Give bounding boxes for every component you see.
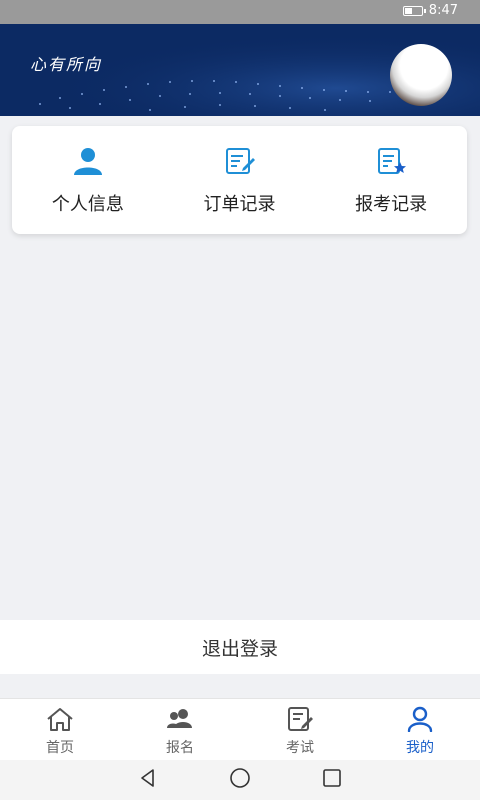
home-circle-icon[interactable] <box>229 767 251 793</box>
bottom-tab-bar: 首页 报名 考试 我的 <box>0 698 480 761</box>
menu-personal-info[interactable]: 个人信息 <box>12 126 164 234</box>
tab-register-label: 报名 <box>166 740 194 756</box>
person-icon <box>71 144 105 178</box>
status-time: 8:47 <box>428 3 458 18</box>
edit-document-icon <box>223 144 257 178</box>
menu-order-records-label: 订单记录 <box>203 194 276 215</box>
app-title: 心有所向 <box>30 55 103 74</box>
recents-icon[interactable] <box>321 767 343 793</box>
profile-icon <box>405 705 435 733</box>
menu-exam-records[interactable]: 报考记录 <box>315 126 467 234</box>
status-bar: 8:47 <box>0 0 480 24</box>
tab-mine[interactable]: 我的 <box>360 699 480 761</box>
tab-exam[interactable]: 考试 <box>240 699 360 761</box>
users-icon <box>165 705 195 733</box>
menu-personal-info-label: 个人信息 <box>51 194 124 215</box>
exam-edit-icon <box>285 705 315 733</box>
tab-mine-label: 我的 <box>406 740 434 756</box>
tab-home[interactable]: 首页 <box>0 699 120 761</box>
avatar[interactable] <box>390 44 452 106</box>
tab-home-label: 首页 <box>46 740 74 756</box>
starred-document-icon <box>374 144 408 178</box>
menu-order-records[interactable]: 订单记录 <box>164 126 316 234</box>
system-nav-bar <box>0 760 480 800</box>
tab-register[interactable]: 报名 <box>120 699 240 761</box>
battery-icon <box>402 5 426 16</box>
menu-exam-records-label: 报考记录 <box>355 194 428 215</box>
logout-button[interactable]: 退出登录 <box>0 620 480 674</box>
back-icon[interactable] <box>137 767 159 793</box>
tab-exam-label: 考试 <box>286 740 314 756</box>
profile-menu-card: 个人信息 订单记录 报考记录 <box>12 126 467 234</box>
home-icon <box>45 705 75 733</box>
status-right: 8:47 <box>402 3 458 18</box>
